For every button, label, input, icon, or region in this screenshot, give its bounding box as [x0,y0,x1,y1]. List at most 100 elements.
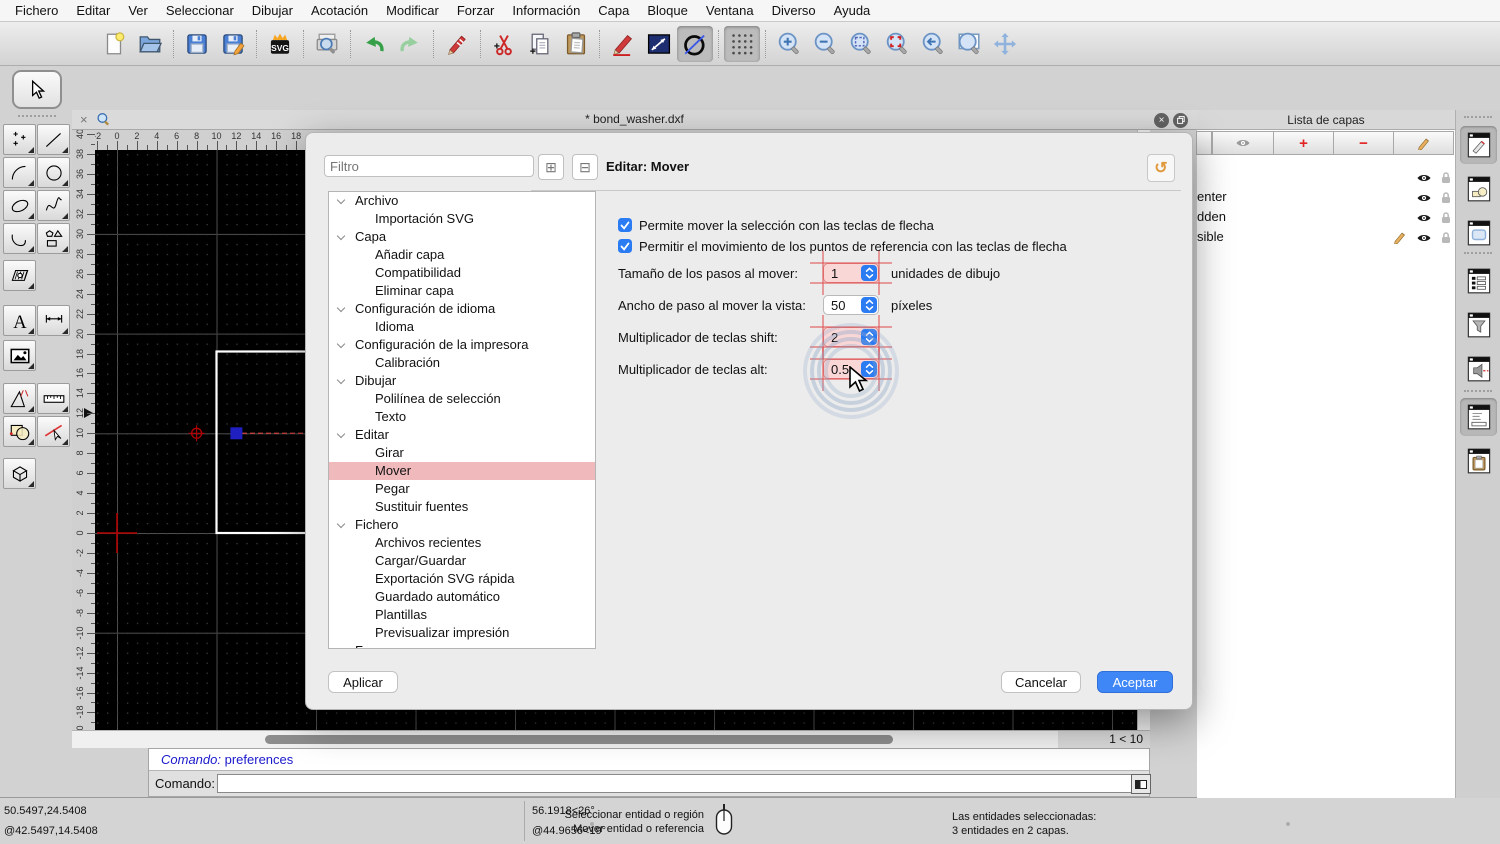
tree-item-configuraci-n-de-la-impresora[interactable]: Configuración de la impresora [329,336,595,354]
chevron-down-icon[interactable] [336,375,346,385]
accept-button[interactable]: Aceptar [1097,671,1173,693]
ellipse-tool-icon[interactable] [3,190,36,221]
checkbox-checked-icon[interactable] [618,239,632,253]
ruler-tool-icon[interactable] [37,383,70,414]
spinbox-1[interactable]: 1 [810,251,892,295]
layer-visibility-icon[interactable] [1416,230,1432,250]
tree-item-polil-nea-de-selecci-n[interactable]: Polilínea de selección [329,390,595,408]
line-tool-icon[interactable] [641,26,677,62]
tree-item-editar[interactable]: Editar [329,426,595,444]
tree-item-fichero[interactable]: Fichero [329,516,595,534]
zoom-out-icon[interactable] [807,26,843,62]
layer-edit-icon[interactable] [1392,230,1407,250]
chevron-down-icon[interactable] [336,303,346,313]
spinbox-3[interactable]: 2 [810,315,892,359]
palette-handle[interactable] [18,115,56,117]
print-preview-icon[interactable] [309,26,345,62]
checkbox-row[interactable]: Permitir el movimiento de los puntos de … [618,238,1067,254]
line-tool-icon[interactable] [37,124,70,155]
cancel-button[interactable]: Cancelar [1001,671,1081,693]
dock-command-line-icon[interactable] [1460,398,1497,436]
measure-tool-icon[interactable] [3,383,36,414]
scrollbar-thumb[interactable] [265,735,893,744]
zoom-previous-icon[interactable] [915,26,951,62]
chevron-down-icon[interactable] [336,519,346,529]
zoom-window-icon[interactable] [951,26,987,62]
layer-row[interactable]: enter [1197,187,1455,207]
undo-icon[interactable] [356,26,392,62]
tree-item-a-adir-capa[interactable]: Añadir capa [329,246,595,264]
circle-tool-icon[interactable] [37,157,70,188]
tree-item-sustituir-fuentes[interactable]: Sustituir fuentes [329,498,595,516]
menu-item-modificar[interactable]: Modificar [377,3,448,18]
zoom-pan-icon[interactable] [987,26,1023,62]
spline-tool-icon[interactable] [37,190,70,221]
checkbox-checked-icon[interactable] [618,218,632,232]
tree-item-eliminar-capa[interactable]: Eliminar capa [329,282,595,300]
window-close-icon[interactable]: × [1154,112,1169,128]
divide-tool-icon[interactable] [37,416,70,447]
dock-layer-list-icon[interactable] [1460,126,1497,164]
copy-icon[interactable] [522,26,558,62]
points-tool-icon[interactable] [3,124,36,155]
draw-pen-icon[interactable] [605,26,641,62]
tree-item-texto[interactable]: Texto [329,408,595,426]
text-tool-icon[interactable]: A [3,305,36,336]
layer-row[interactable]: sible [1197,227,1455,247]
window-float-icon[interactable] [1173,112,1188,128]
trim-tool-icon[interactable] [3,416,36,447]
menu-item-seleccionar[interactable]: Seleccionar [157,3,243,18]
paste-icon[interactable] [558,26,594,62]
dimension-tool-icon[interactable] [37,305,70,336]
tree-item-compatibilidad[interactable]: Compatibilidad [329,264,595,282]
zoom-selection-icon[interactable] [879,26,915,62]
hatch-tool-icon[interactable] [3,260,36,291]
stub-icon[interactable] [1196,131,1212,155]
dock-quick-info-icon[interactable] [1460,350,1497,388]
stepper-icon[interactable] [861,265,877,281]
chevron-down-icon[interactable] [336,231,346,241]
menu-item-ventana[interactable]: Ventana [697,3,763,18]
edit-layer-icon[interactable] [1393,131,1454,155]
image-tool-icon[interactable] [3,340,36,371]
remove-layer-icon[interactable]: − [1333,131,1394,155]
tree-item-girar[interactable]: Girar [329,444,595,462]
redo-icon[interactable] [392,26,428,62]
tree-item-guardado-autom-tico[interactable]: Guardado automático [329,588,595,606]
tree-item-capa[interactable]: Capa [329,228,595,246]
toggle-visibility-icon[interactable] [1212,131,1274,155]
save-icon[interactable] [179,26,215,62]
menu-item-acotación[interactable]: Acotación [302,3,377,18]
tree-item-archivo[interactable]: Archivo [329,192,595,210]
cut-icon[interactable] [486,26,522,62]
chevron-down-icon[interactable] [336,645,346,648]
checkbox-row[interactable]: Permite mover la selección con las tecla… [618,217,934,233]
save-as-icon[interactable] [215,26,251,62]
chevron-down-icon[interactable] [336,195,346,205]
collapse-all-icon[interactable]: ⊟ [572,154,598,180]
new-file-icon[interactable] [96,26,132,62]
menu-item-información[interactable]: Información [503,3,589,18]
menu-item-capa[interactable]: Capa [589,3,638,18]
tree-item-previsualizar-impresi-n[interactable]: Previsualizar impresión [329,624,595,642]
tree-item-idioma[interactable]: Idioma [329,318,595,336]
layer-row[interactable]: dden [1197,207,1455,227]
menu-item-ver[interactable]: Ver [119,3,157,18]
tree-item-cargar-guardar[interactable]: Cargar/Guardar [329,552,595,570]
zoom-in-icon[interactable] [771,26,807,62]
tree-item-calibraci-n[interactable]: Calibración [329,354,595,372]
tree-item-configuraci-n-de-idioma[interactable]: Configuración de idioma [329,300,595,318]
circle-tool-icon[interactable] [677,25,713,62]
selection-handle[interactable] [230,427,243,440]
menu-item-ayuda[interactable]: Ayuda [825,3,880,18]
stepper-icon[interactable] [861,329,877,345]
spinbox-2[interactable]: 50 [823,295,879,315]
dock-handle[interactable] [1464,116,1492,118]
menu-item-editar[interactable]: Editar [67,3,119,18]
dock-clipboard-icon[interactable] [1460,442,1497,480]
dock-library-browser-icon[interactable] [1460,214,1497,252]
zoom-auto-icon[interactable] [843,26,879,62]
svg-import-icon[interactable]: SVG [262,26,298,62]
command-dock-toggle-icon[interactable] [1131,774,1151,794]
filter-input[interactable] [324,155,534,177]
